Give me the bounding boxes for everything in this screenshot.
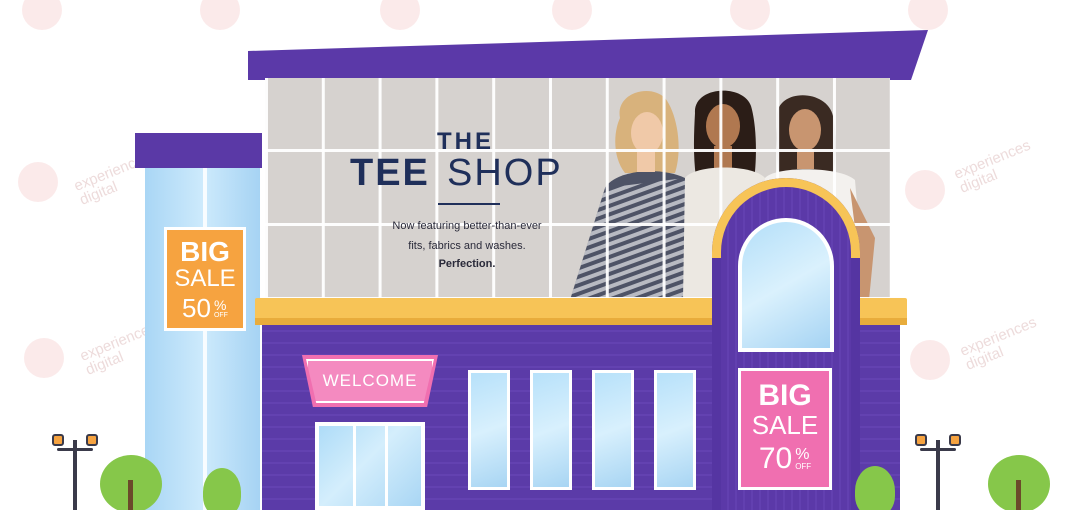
watermark-logo-icon xyxy=(380,0,420,30)
sale-percent-col: % OFF xyxy=(795,447,811,471)
billboard-tagline-1: Now featuring better-than-ever xyxy=(392,220,542,232)
sale-number: 70 xyxy=(758,442,793,475)
left-tower-roof xyxy=(135,133,262,168)
sale-big-text: BIG xyxy=(758,379,812,412)
watermark-logo-icon xyxy=(18,162,58,202)
lamp-bulb-icon xyxy=(915,434,927,446)
watermark-logo-icon xyxy=(22,0,62,30)
storefront-window xyxy=(468,370,510,490)
watermark-logo-icon xyxy=(200,0,240,30)
watermark-text: experiences digital xyxy=(952,137,1038,197)
lamp-bulb-icon xyxy=(86,434,98,446)
sale-word-text: SALE xyxy=(751,410,819,440)
sale-percent-col: % OFF xyxy=(214,298,228,319)
door-divider xyxy=(353,426,356,510)
watermark-logo-icon xyxy=(24,338,64,378)
billboard-divider xyxy=(438,203,500,205)
arched-window-glass xyxy=(742,222,830,348)
watermark-logo-icon xyxy=(905,170,945,210)
door-divider xyxy=(385,426,388,510)
billboard-tagline-3: Perfection. xyxy=(438,258,496,270)
sale-percent-sign: % xyxy=(795,446,810,463)
billboard-title-shop: SHOP xyxy=(447,152,563,194)
left-tower-divider xyxy=(203,168,207,510)
window-glass xyxy=(657,373,693,487)
sale-percent-row: 70 % OFF xyxy=(741,444,829,474)
door-glass xyxy=(319,426,421,506)
tree-crown xyxy=(203,468,241,510)
sale-off-text: OFF xyxy=(795,462,812,471)
sale-big-text: BIG xyxy=(180,236,230,267)
storefront-window xyxy=(530,370,572,490)
entrance-door[interactable] xyxy=(315,422,425,510)
watermark-logo-icon xyxy=(908,0,948,30)
watermark-logo-icon xyxy=(552,0,592,30)
sale-percent-sign: % xyxy=(213,296,227,313)
storefront-window xyxy=(592,370,634,490)
billboard-tagline-2: fits, fabrics and washes. xyxy=(408,240,526,252)
billboard-title-tee: TEE xyxy=(350,152,430,194)
sale-word-text: SALE xyxy=(174,265,236,292)
welcome-sign: WELCOME xyxy=(306,359,434,403)
tree-crown xyxy=(855,466,895,510)
sale-number: 50 xyxy=(182,293,211,323)
tree-trunk xyxy=(128,480,133,510)
main-roof xyxy=(248,30,928,80)
welcome-text: WELCOME xyxy=(322,371,418,390)
big-sale-50-sign: BIG SALE 50 % OFF xyxy=(164,227,246,331)
tree-trunk xyxy=(1016,480,1021,510)
watermark-logo-icon xyxy=(730,0,770,30)
big-sale-70-sign: BIG SALE 70 % OFF xyxy=(738,368,832,490)
lamp-bulb-icon xyxy=(949,434,961,446)
sale-percent-row: 50 % OFF xyxy=(167,295,243,321)
sale-off-text: OFF xyxy=(213,311,228,319)
watermark-logo-icon xyxy=(910,340,950,380)
lamp-arm xyxy=(57,448,93,451)
watermark-text: experiences digital xyxy=(958,314,1044,374)
window-glass xyxy=(533,373,569,487)
lamp-arm xyxy=(920,448,956,451)
lamp-bulb-icon xyxy=(52,434,64,446)
storefront-window xyxy=(654,370,696,490)
window-glass xyxy=(595,373,631,487)
window-glass xyxy=(471,373,507,487)
